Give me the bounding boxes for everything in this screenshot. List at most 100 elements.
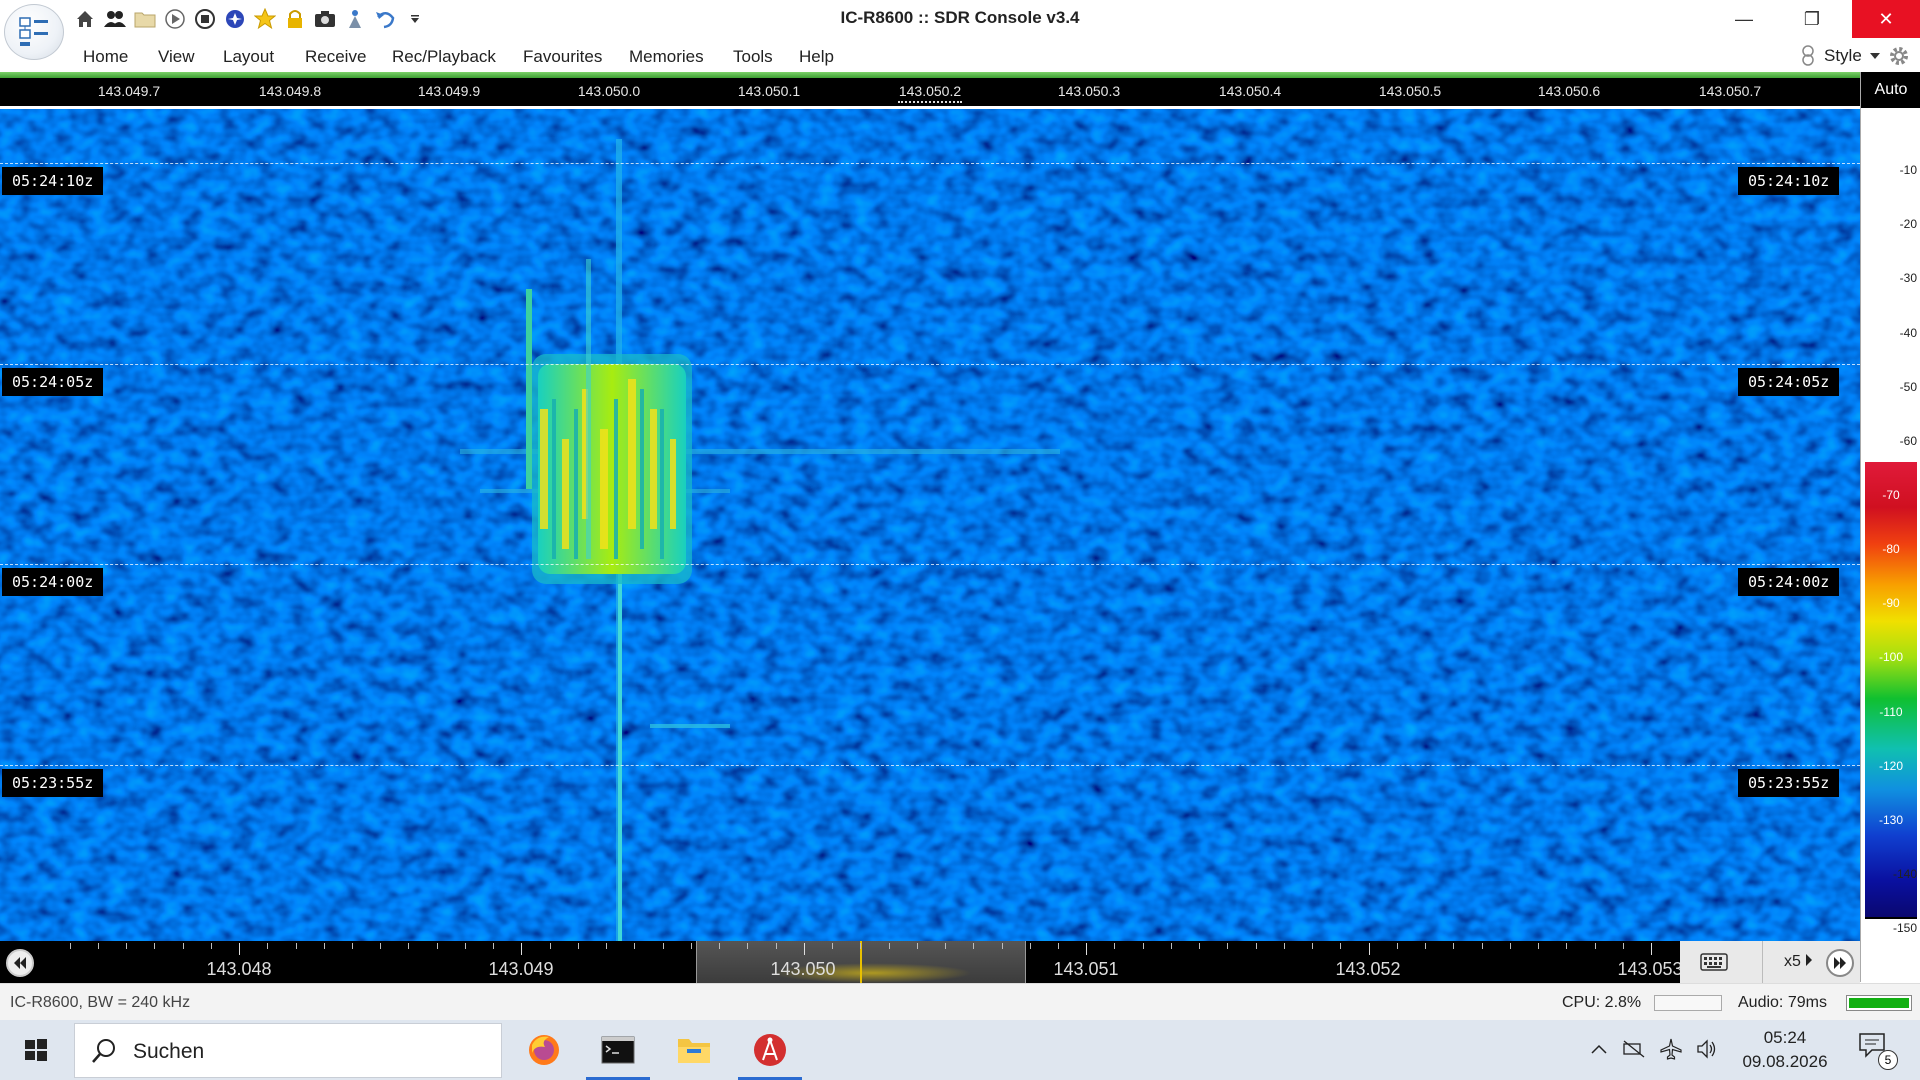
tune-scale-tick [1114,943,1116,949]
tune-scale-tick [945,943,946,949]
waterfall-display[interactable]: 05:24:10z 05:24:05z 05:24:00z 05:23:55z … [0,109,1860,941]
tune-scale-tick [916,943,918,949]
menu-view[interactable]: View [158,47,195,67]
windows-logo-icon [25,1039,47,1061]
tune-label: 143.050 [770,959,836,979]
application-menu-button[interactable] [4,4,64,60]
close-button[interactable]: ✕ [1852,0,1920,38]
cpu-usage: CPU: 2.8% [1562,994,1642,1011]
firefox-icon [529,1035,559,1065]
tune-scale-tick [408,943,410,949]
freq-tick: 143.050.5 [1378,83,1442,99]
style-swatch-icon [1802,45,1814,66]
menu-memories[interactable]: Memories [629,47,704,67]
taskbar-firefox[interactable] [508,1020,580,1080]
auto-scale-button[interactable]: Auto [1861,72,1920,108]
tune-scale-tick [1058,943,1059,949]
tune-scale-tick [888,943,890,949]
tune-scale-tick [1396,943,1398,949]
sdr-console-icon [754,1034,786,1066]
tune-scale-tick [126,943,127,949]
start-button[interactable] [0,1020,72,1080]
network-disconnected-icon[interactable] [1622,1039,1646,1059]
tune-scale-tick [97,943,99,949]
keyboard-button[interactable] [1690,949,1738,975]
tune-scale-tick [549,943,551,949]
taskbar-clock[interactable]: 05:24 09.08.2026 [1710,1026,1860,1074]
tune-label: 143.052 [1335,959,1401,979]
airplane-mode-icon[interactable] [1660,1038,1682,1060]
menu-favourites[interactable]: Favourites [523,47,602,67]
db-scale-panel[interactable]: Auto -10 -20 -30 -40 -50 -60 -70 -80 -90… [1860,72,1920,982]
system-tray [1590,1038,1718,1060]
menu-receive[interactable]: Receive [305,47,366,67]
minimize-button[interactable]: — [1710,0,1778,38]
chevron-right-icon[interactable] [1804,953,1814,967]
tune-scale-tick [1170,943,1172,949]
tune-scale-tick [719,943,721,949]
time-label-left: 05:24:05z [2,368,104,396]
style-selector[interactable]: Style [1800,45,1910,67]
db-color-range-bar[interactable] [1865,462,1917,917]
menu-home[interactable]: Home [83,47,128,67]
db-label: -120 [1878,759,1904,773]
tune-scale-tick [1538,943,1539,949]
action-center-button[interactable]: 5 [1858,1032,1898,1070]
db-floor-marker[interactable] [1865,917,1917,919]
taskbar-sdr-console[interactable] [734,1020,806,1080]
tune-scale-tick [662,943,664,949]
time-label-left: 05:24:10z [2,167,104,195]
title-bar: IC-R8600 :: SDR Console v3.4 — ❐ ✕ [0,0,1920,60]
db-label: -130 [1878,813,1904,827]
tune-scale-tick [436,943,438,949]
tuning-controls: x5 [1680,941,1860,983]
tune-scale-tick [1651,943,1652,955]
time-label-right: 05:24:05z [1738,368,1840,396]
cpu-meter [1654,995,1722,1011]
time-gridline [0,564,1860,565]
chevron-up-icon[interactable] [1590,1043,1608,1055]
tune-scale-tick [1199,943,1201,949]
freq-tick: 143.049.9 [417,83,481,99]
keyboard-icon [1700,953,1728,971]
scroll-right-button[interactable] [1826,949,1854,977]
restore-button[interactable]: ❐ [1778,0,1846,38]
clock-time: 05:24 [1763,1028,1807,1047]
tune-scale-tick [577,943,579,949]
audio-level-meter [1846,995,1912,1011]
menu-rec-playback[interactable]: Rec/Playback [392,47,496,67]
menu-tools[interactable]: Tools [733,47,773,67]
taskbar-search[interactable]: Suchen [74,1023,502,1078]
tune-scale-tick [352,943,353,949]
tune-scale-tick [1029,943,1031,949]
freq-tick: 143.049.8 [258,83,322,99]
tune-scale-tick [1255,943,1257,949]
tune-scale-tick [1481,943,1483,949]
spectrum-frequency-header[interactable]: 143.049.7 143.049.8 143.049.9 143.050.0 … [0,78,1860,106]
menu-layout[interactable]: Layout [223,47,274,67]
tune-scale-tick [1142,943,1144,949]
tune-scale-tick [1425,943,1427,949]
db-label: -150 [1892,921,1917,935]
freq-tick: 143.049.7 [97,83,161,99]
freq-tick: 143.050.0 [577,83,641,99]
frequency-tuning-scale[interactable]: 143.048 143.049 143.050 143.051 143.052 … [42,941,1683,983]
gear-icon[interactable] [1888,45,1910,67]
ribbon-menu-bar: Home View Layout Receive Rec/Playback Fa… [0,38,1920,72]
tune-label: 143.053 [1617,959,1683,979]
db-label: -90 [1882,596,1900,610]
db-label: -10 [1899,163,1917,177]
scroll-left-button[interactable] [6,949,34,977]
freq-tick: 143.050.1 [737,83,801,99]
tune-scale-tick [775,943,777,949]
tune-scale-tick [1227,943,1229,949]
taskbar-terminal[interactable] [582,1020,654,1080]
taskbar-file-explorer[interactable] [658,1020,730,1080]
tune-scale-tick [295,943,297,949]
tune-scale-tick [1509,943,1511,949]
time-label-right: 05:23:55z [1738,769,1840,797]
menu-help[interactable]: Help [799,47,834,67]
window-title: IC-R8600 :: SDR Console v3.4 [840,8,1080,27]
tune-scale-tick [267,943,269,949]
tune-scale-tick [1594,943,1596,949]
